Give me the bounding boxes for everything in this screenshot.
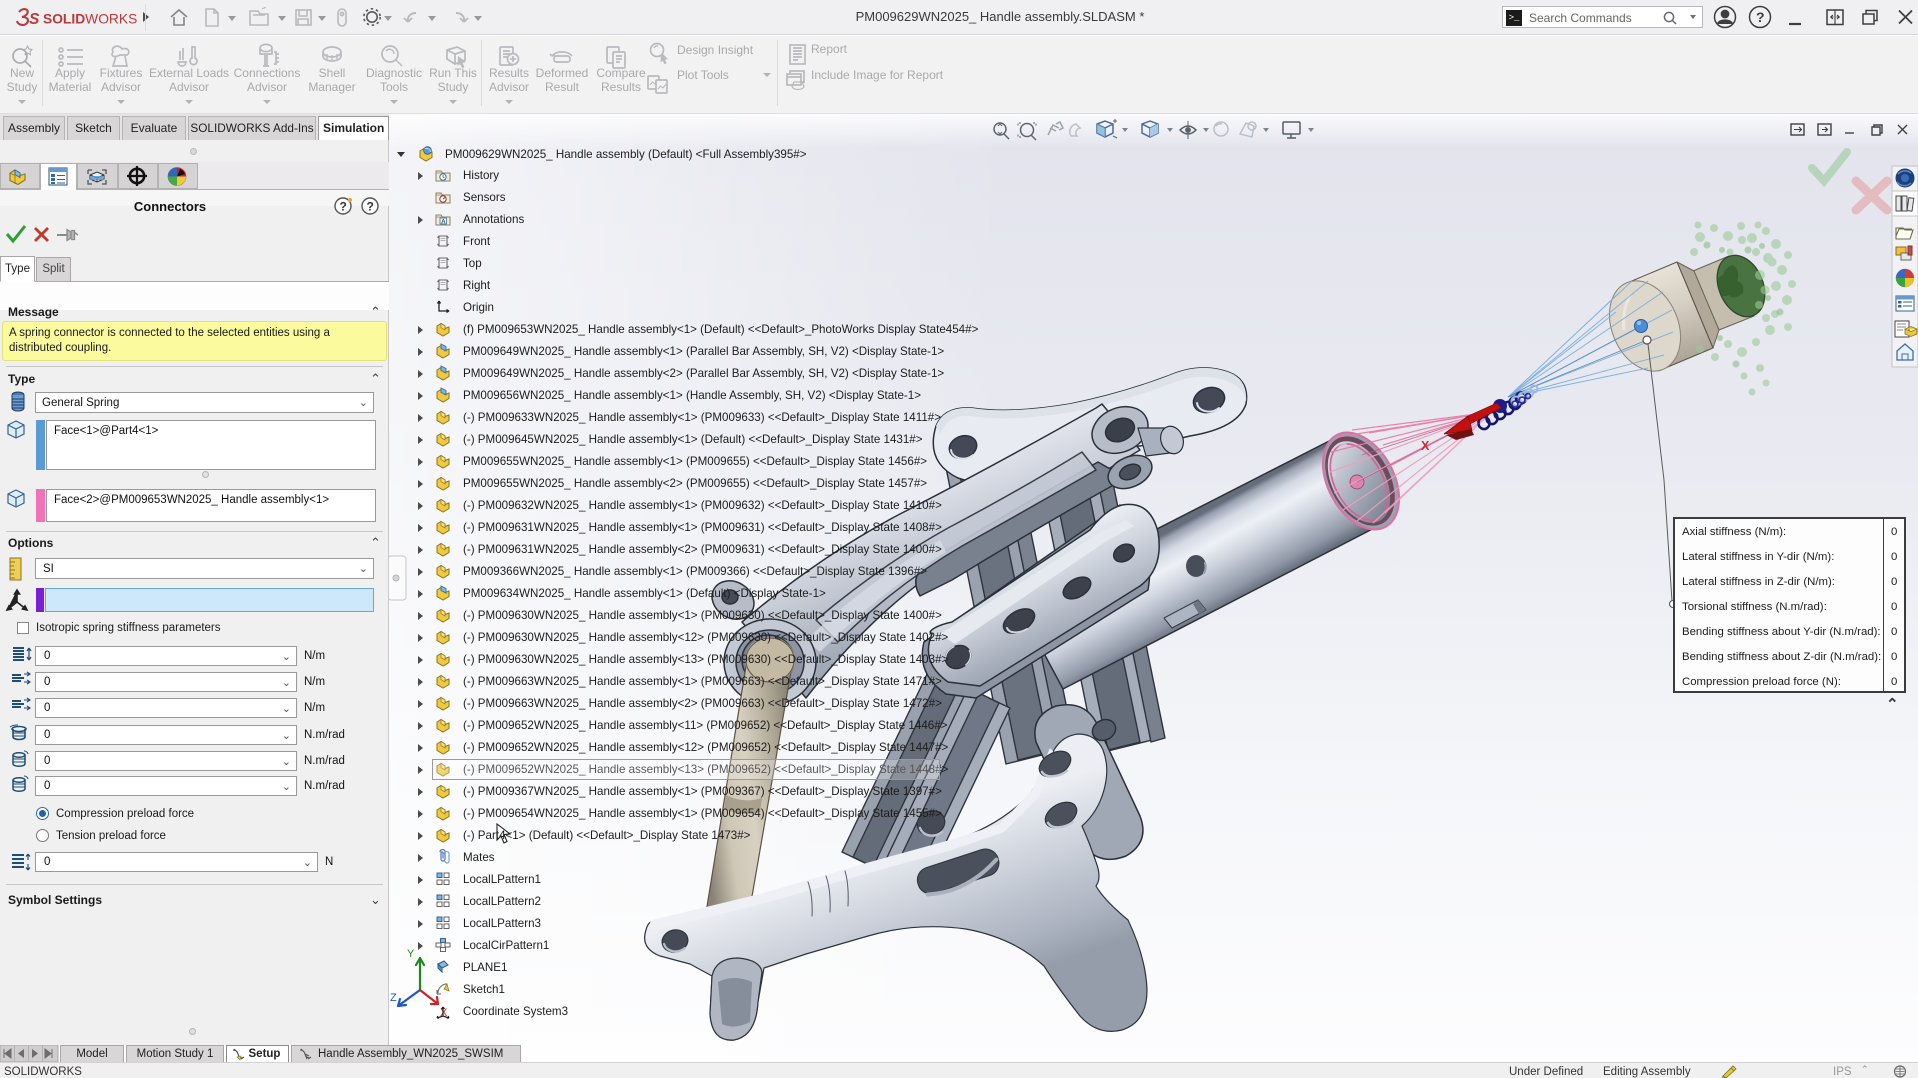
svg-text:?: ? — [1756, 9, 1765, 25]
svg-text:S: S — [29, 11, 40, 28]
svg-text:?: ? — [340, 200, 347, 214]
svg-text:SOLIDWORKS: SOLIDWORKS — [43, 12, 137, 27]
svg-text:Z: Z — [390, 992, 397, 1004]
svg-text:X: X — [1421, 439, 1430, 453]
svg-text:Y: Y — [407, 948, 415, 960]
svg-text:?: ? — [367, 200, 374, 214]
